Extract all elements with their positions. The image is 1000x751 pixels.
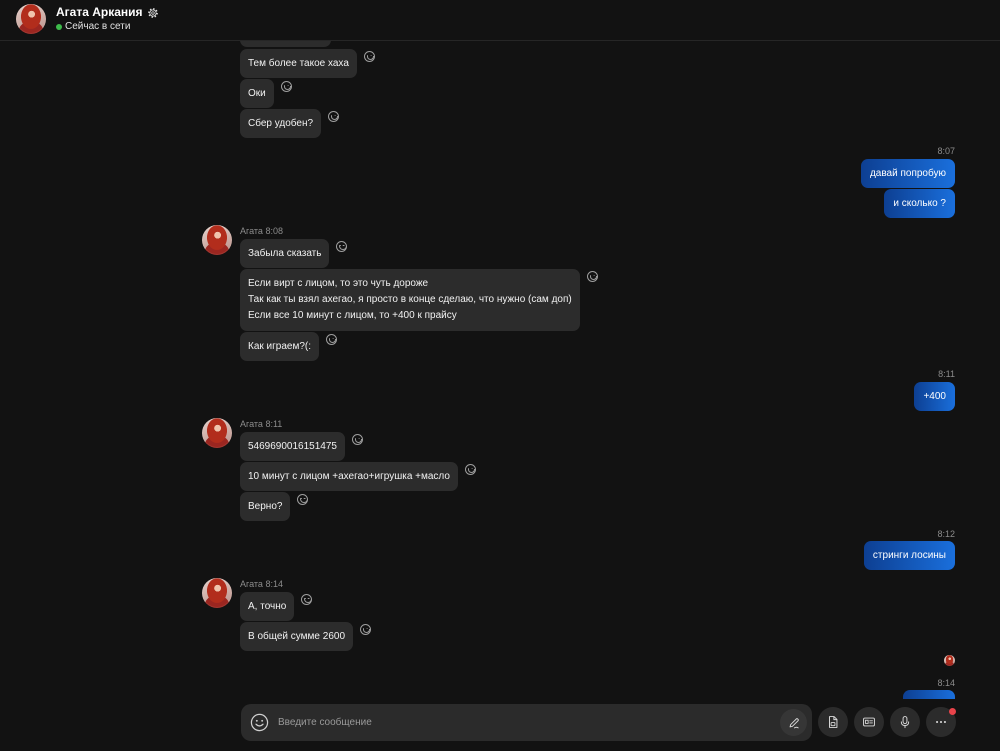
read-receipt-avatar	[944, 655, 955, 666]
add-reaction-icon[interactable]	[297, 494, 309, 505]
online-dot	[56, 24, 62, 30]
message-row: Оки	[240, 79, 292, 108]
message-bubble-outgoing[interactable]: +400	[914, 382, 955, 411]
message-time: 8:14	[265, 579, 283, 589]
add-reaction-icon[interactable]	[336, 241, 348, 252]
message-bubble-outgoing-partial[interactable]	[903, 690, 955, 699]
message-bubble[interactable]: А, точно	[240, 592, 295, 621]
message-time: 8:12	[937, 529, 955, 539]
add-reaction-icon[interactable]	[301, 594, 313, 605]
add-reaction-icon[interactable]	[328, 111, 340, 122]
message-row: А, точно	[240, 592, 313, 621]
message-row: +400	[914, 382, 955, 411]
pen-icon[interactable]	[780, 709, 807, 736]
message-bubble-outgoing[interactable]: давай попробую	[860, 159, 955, 188]
add-reaction-icon[interactable]	[326, 334, 338, 345]
message-row: Тем более такое хаха	[240, 49, 375, 78]
message-row: стринги лосины	[863, 541, 955, 570]
sender-name: Агата	[240, 226, 263, 236]
sender-label: Агата 8:11	[240, 419, 282, 429]
sender-avatar[interactable]	[202, 225, 232, 255]
message-bubble-outgoing[interactable]: стринги лосины	[863, 541, 955, 570]
message-row: Верно?	[240, 492, 309, 521]
message-row: Как играем?(:	[240, 332, 338, 361]
message-row: 10 минут с лицом +ахегао+игрушка +масло	[240, 462, 476, 491]
message-row: и сколько ?	[884, 189, 955, 218]
file-icon[interactable]	[818, 707, 848, 737]
message-bubble[interactable]: 10 минут с лицом +ахегао+игрушка +масло	[240, 462, 458, 491]
message-row: В общей сумме 2600	[240, 622, 372, 651]
message-row: Забыла сказать	[240, 239, 348, 268]
message-bubble[interactable]: Верно?	[240, 492, 291, 521]
message-time: 8:11	[938, 369, 955, 379]
contact-name[interactable]: Агата Аркания	[56, 5, 143, 20]
message-time: 8:14	[937, 678, 955, 688]
microphone-icon[interactable]	[890, 707, 920, 737]
chat-header: Агата Аркания Сейчас в сети	[0, 0, 1000, 41]
sender-avatar[interactable]	[202, 578, 232, 608]
message-row: Сбер удобен?	[240, 109, 340, 138]
add-reaction-icon[interactable]	[586, 271, 598, 282]
sender-avatar[interactable]	[202, 418, 232, 448]
sender-name: Агата	[240, 419, 263, 429]
message-time: 8:07	[937, 146, 955, 156]
message-bubble[interactable]: Оки	[240, 79, 274, 108]
message-row: Если вирт с лицом, то это чуть дороже Та…	[240, 269, 598, 331]
message-time: 8:08	[265, 226, 283, 236]
message-bubble[interactable]: Как играем?(:	[240, 332, 320, 361]
add-reaction-icon[interactable]	[363, 51, 375, 62]
notification-dot	[949, 708, 956, 715]
message-composer	[241, 704, 812, 741]
contact-card-icon[interactable]	[854, 707, 884, 737]
message-bubble[interactable]: Сбер удобен?	[240, 109, 322, 138]
contact-name-row: Агата Аркания	[56, 5, 159, 20]
add-reaction-icon[interactable]	[351, 434, 363, 445]
contact-avatar[interactable]	[16, 4, 46, 34]
add-reaction-icon[interactable]	[360, 624, 372, 635]
add-reaction-icon[interactable]	[464, 464, 476, 475]
presence-status: Сейчас в сети	[56, 21, 130, 33]
sender-label: Агата 8:14	[240, 579, 283, 589]
message-time: 8:11	[265, 419, 283, 429]
message-row: 5469690016151475	[240, 432, 363, 461]
add-reaction-icon[interactable]	[280, 81, 292, 92]
emoji-icon[interactable]	[250, 713, 269, 732]
message-input[interactable]	[278, 704, 768, 741]
sender-label: Агата 8:08	[240, 226, 283, 236]
message-bubble[interactable]: Если вирт с лицом, то это чуть дороже Та…	[240, 269, 580, 331]
message-bubble[interactable]: 5469690016151475	[240, 432, 345, 461]
sender-name: Агата	[240, 579, 263, 589]
message-bubble-outgoing[interactable]: и сколько ?	[884, 189, 955, 218]
message-list[interactable]: Тем более такое хаха Оки Сбер удобен? 8:…	[0, 0, 1000, 751]
message-bubble[interactable]: В общей сумме 2600	[240, 622, 354, 651]
message-row: давай попробую	[860, 159, 955, 188]
message-bubble[interactable]: Тем более такое хаха	[240, 49, 357, 78]
status-text: Сейчас в сети	[65, 21, 131, 32]
gear-icon[interactable]	[147, 7, 159, 19]
message-bubble[interactable]: Забыла сказать	[240, 239, 330, 268]
